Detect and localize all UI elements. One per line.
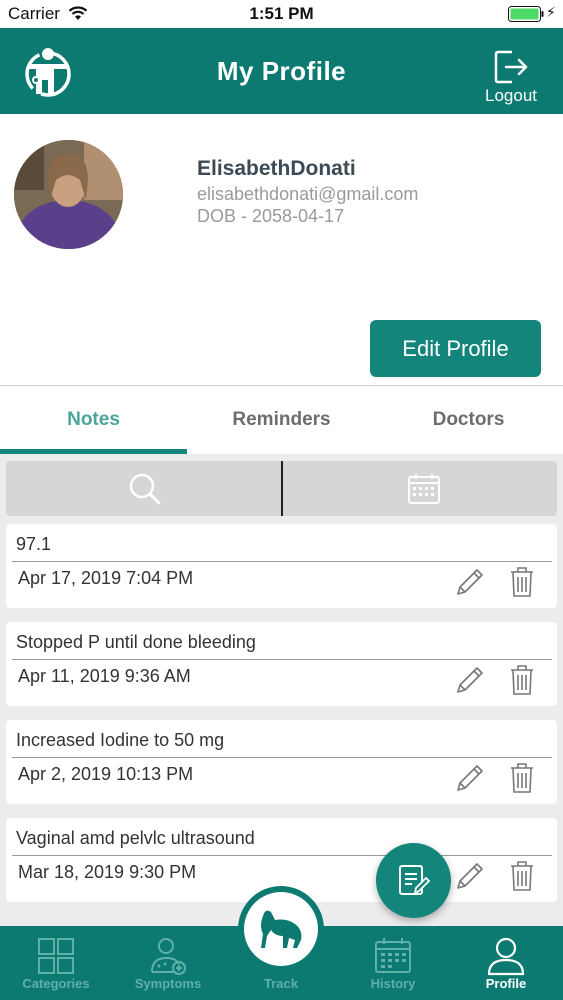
note-card[interactable]: 97.1 Apr 17, 2019 7:04 PM bbox=[6, 524, 557, 608]
symptoms-icon bbox=[151, 938, 186, 975]
note-title: Vaginal amd pelvlc ultrasound bbox=[16, 828, 255, 848]
note-title: 97.1 bbox=[16, 534, 52, 554]
note-divider bbox=[12, 757, 552, 758]
tab-notes[interactable]: Notes bbox=[0, 386, 187, 454]
nav-track[interactable] bbox=[238, 886, 324, 972]
logout-icon bbox=[494, 50, 528, 84]
nav-label-track: Track bbox=[264, 976, 298, 991]
note-date: Apr 17, 2019 7:04 PM bbox=[18, 568, 194, 588]
edit-profile-button[interactable]: Edit Profile bbox=[370, 320, 541, 377]
logout-button[interactable]: Logout bbox=[478, 48, 544, 108]
nav-symptoms[interactable]: Symptoms bbox=[112, 926, 224, 1000]
grid-icon bbox=[38, 938, 74, 974]
logout-label: Logout bbox=[485, 86, 537, 105]
note-divider bbox=[12, 561, 552, 562]
nav-label: Symptoms bbox=[134, 976, 202, 991]
track-animal-icon bbox=[261, 910, 302, 948]
status-bar: Carrier 1:51 PM ⚡ bbox=[0, 0, 563, 28]
status-time: 1:51 PM bbox=[249, 4, 314, 23]
pencil-icon[interactable] bbox=[454, 566, 486, 598]
trash-icon[interactable] bbox=[509, 566, 535, 598]
tab-bar: Notes Reminders Doctors bbox=[0, 386, 563, 454]
trash-icon[interactable] bbox=[509, 664, 535, 696]
note-date: Apr 2, 2019 10:13 PM bbox=[18, 764, 194, 784]
note-title: Stopped P until done bleeding bbox=[16, 632, 256, 652]
note-divider bbox=[12, 855, 552, 856]
pencil-icon[interactable] bbox=[454, 860, 486, 892]
calendar-icon bbox=[408, 474, 440, 504]
nav-label: History bbox=[370, 976, 416, 991]
charging-icon: ⚡ bbox=[546, 4, 556, 20]
tab-doctors[interactable]: Doctors bbox=[375, 386, 562, 454]
calendar-filter-button[interactable] bbox=[283, 461, 557, 516]
trash-icon[interactable] bbox=[509, 860, 535, 892]
note-date: Apr 11, 2019 9:36 AM bbox=[18, 666, 191, 686]
profile-dob: DOB - 2058-04-17 bbox=[197, 206, 345, 226]
pencil-icon[interactable] bbox=[454, 664, 486, 696]
pencil-icon[interactable] bbox=[454, 762, 486, 794]
note-add-icon bbox=[399, 865, 431, 895]
nav-label: Profile bbox=[485, 976, 527, 991]
nav-history[interactable]: History bbox=[337, 926, 449, 1000]
nav-categories[interactable]: Categories bbox=[0, 926, 112, 1000]
add-note-button[interactable] bbox=[376, 843, 451, 918]
filter-bar bbox=[6, 461, 557, 516]
note-title: Increased Iodine to 50 mg bbox=[16, 730, 225, 750]
user-icon bbox=[487, 937, 525, 976]
note-divider bbox=[12, 659, 552, 660]
track-button-face bbox=[244, 892, 318, 966]
nav-label: Categories bbox=[22, 976, 90, 991]
battery-icon bbox=[508, 6, 544, 22]
nav-profile[interactable]: Profile bbox=[450, 926, 562, 1000]
note-date: Mar 18, 2019 9:30 PM bbox=[18, 862, 197, 882]
note-card[interactable]: Increased Iodine to 50 mg Apr 2, 2019 10… bbox=[6, 720, 557, 804]
tab-reminders[interactable]: Reminders bbox=[188, 386, 375, 454]
app-header: My Profile Logout bbox=[0, 28, 563, 114]
profile-email: elisabethdonati@gmail.com bbox=[197, 184, 419, 204]
avatar-photo-icon bbox=[14, 140, 123, 249]
avatar bbox=[14, 140, 123, 249]
trash-icon[interactable] bbox=[509, 762, 535, 794]
profile-name: ElisabethDonati bbox=[197, 157, 356, 180]
calendar-icon bbox=[375, 938, 411, 973]
search-icon bbox=[129, 473, 161, 505]
note-card[interactable]: Stopped P until done bleeding Apr 11, 20… bbox=[6, 622, 557, 706]
search-filter-button[interactable] bbox=[6, 461, 281, 516]
